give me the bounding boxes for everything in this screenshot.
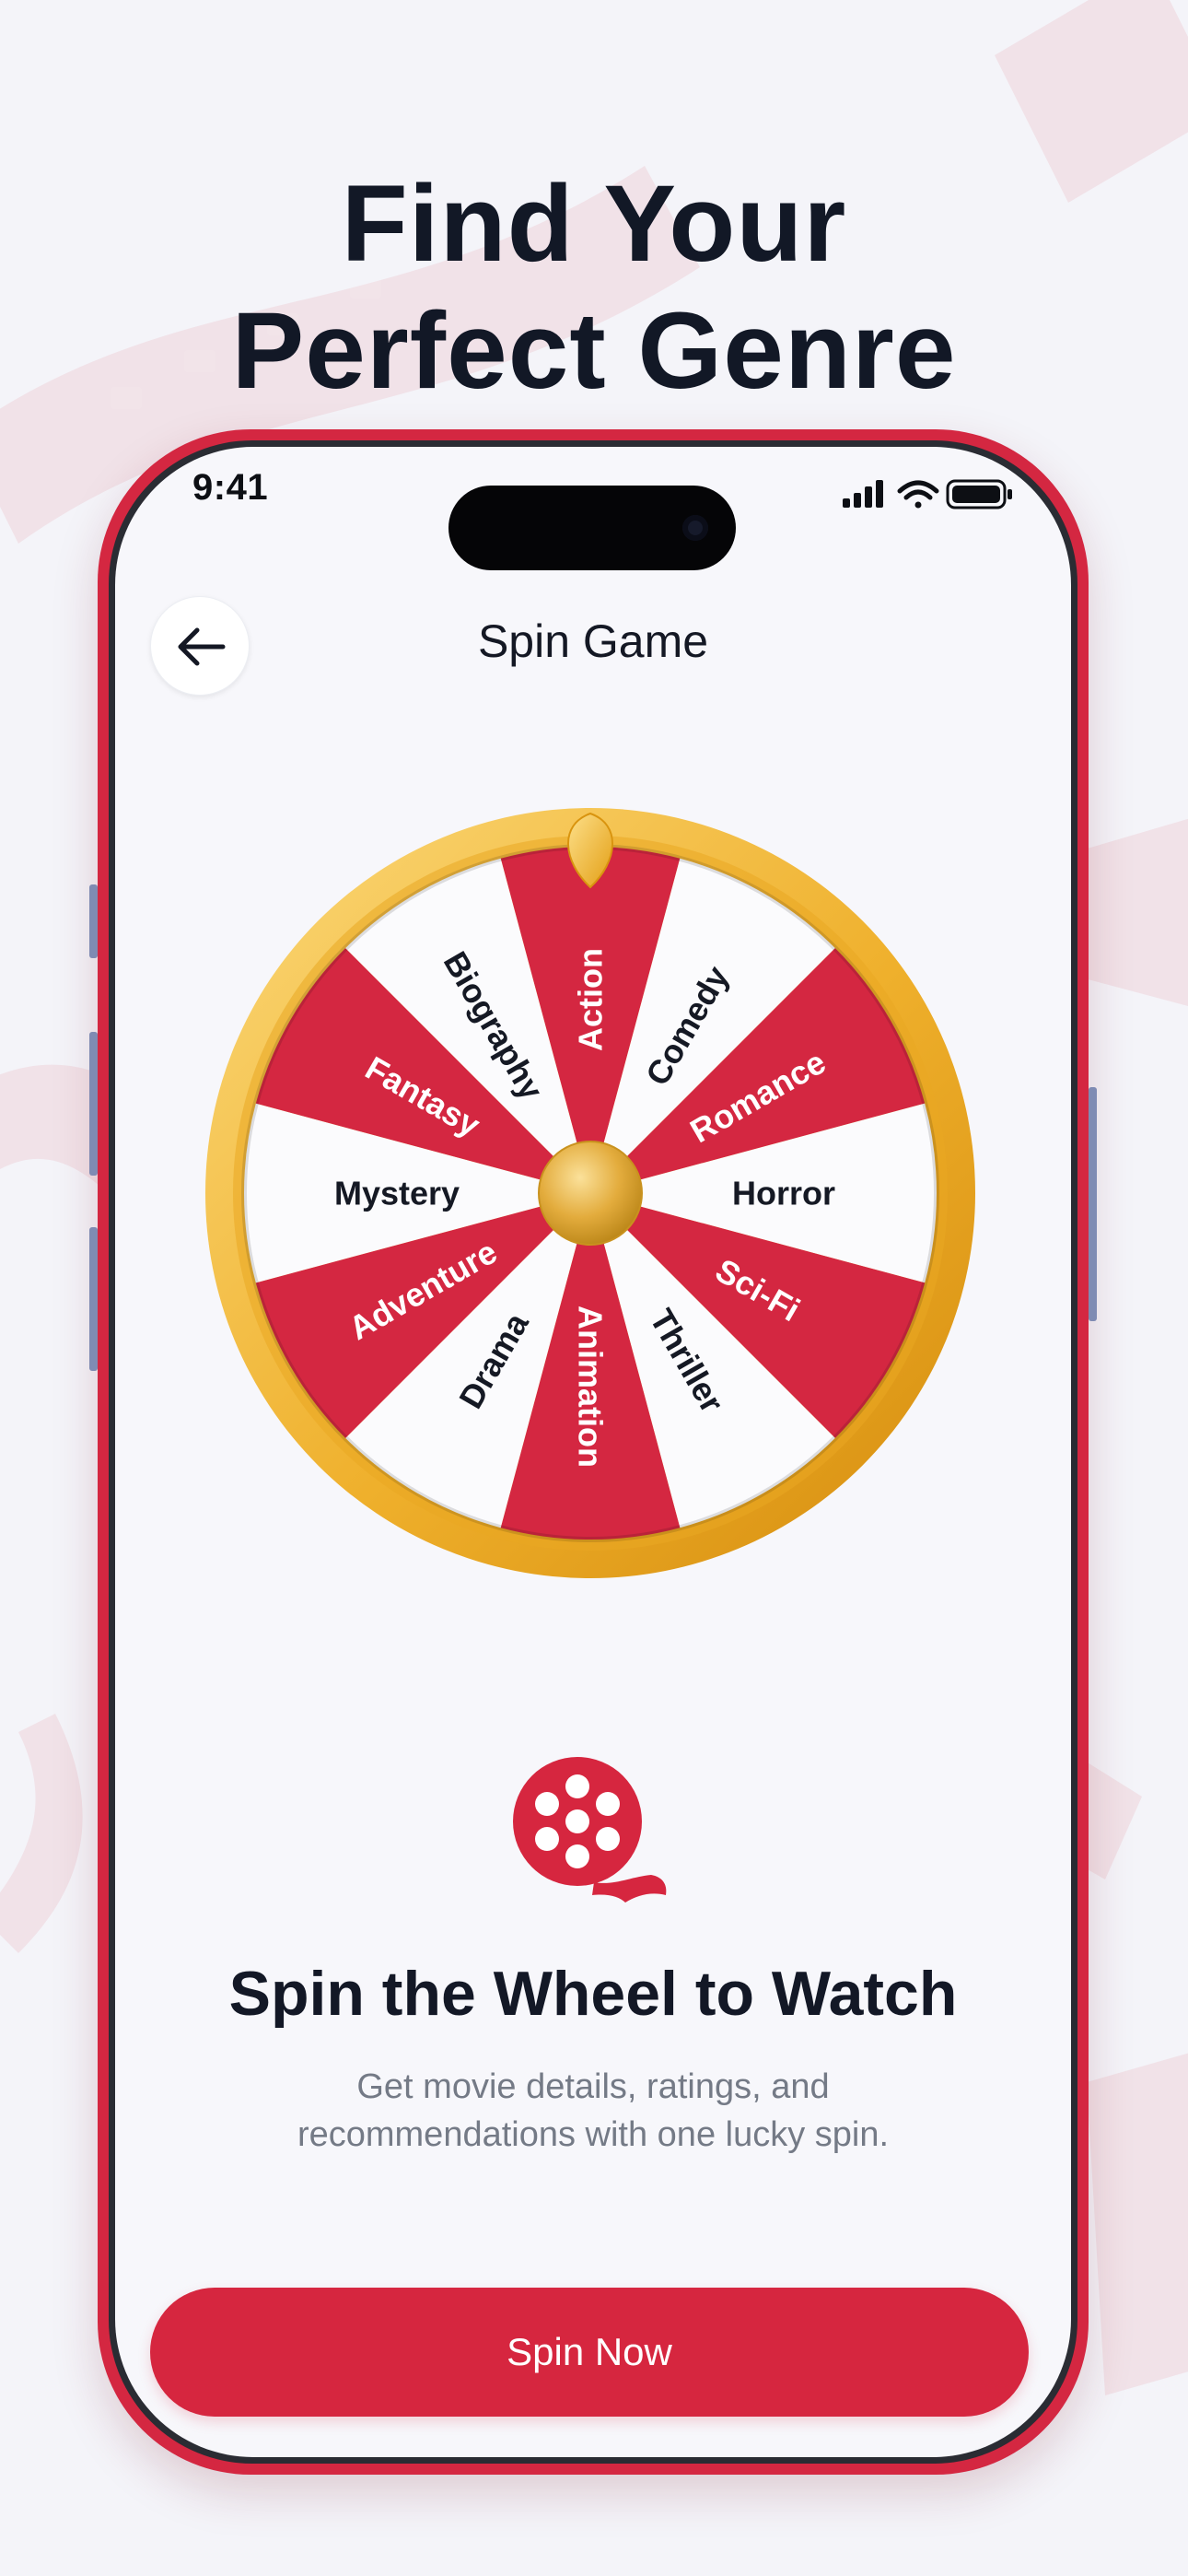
phone-silent-switch xyxy=(89,884,98,958)
phone-screen: 9:41 Spin Game Action Comedy Romance Hor… xyxy=(115,447,1071,2457)
phone-volume-up xyxy=(89,1032,98,1176)
phone-mockup: 9:41 Spin Game Action Comedy Romance Hor… xyxy=(89,429,1097,2475)
wheel-label-action: Action xyxy=(572,948,610,1051)
headline-line-2: Perfect Genre xyxy=(231,290,957,413)
spin-now-button[interactable]: Spin Now xyxy=(150,2288,1029,2417)
battery-icon xyxy=(946,479,1012,509)
status-time: 9:41 xyxy=(192,467,269,508)
status-icons xyxy=(843,479,1012,509)
spin-wheel[interactable]: Action ComedyRomanceHorrorSci-FiThrillerA… xyxy=(205,808,975,1578)
cellular-signal-icon xyxy=(843,480,883,508)
camera-icon xyxy=(682,515,708,541)
wheel-label-horror: Horror xyxy=(732,1175,835,1212)
screen-title: Spin Game xyxy=(477,615,709,667)
headline: Find Your Perfect Genre xyxy=(0,160,1188,415)
headline-line-1: Find Your xyxy=(341,163,847,286)
dynamic-island xyxy=(448,486,736,570)
phone-volume-down xyxy=(89,1227,98,1371)
wheel-hub xyxy=(538,1141,643,1246)
wheel-label-mystery: Mystery xyxy=(334,1175,460,1212)
phone-bezel: 9:41 Spin Game Action Comedy Romance Hor… xyxy=(109,440,1077,2464)
cta-title: Spin the Wheel to Watch xyxy=(228,1959,958,2029)
wifi-icon xyxy=(897,480,939,509)
cta-subtitle: Get movie details, ratings, and recommen… xyxy=(198,2063,988,2159)
film-reel-icon xyxy=(513,1757,667,1903)
phone-power-button xyxy=(1089,1087,1097,1321)
cta-subtitle-line-2: recommendations with one lucky spin. xyxy=(297,2115,890,2154)
wheel-label-animation: Animation xyxy=(572,1306,610,1468)
cta-subtitle-line-1: Get movie details, ratings, and xyxy=(356,2067,830,2106)
